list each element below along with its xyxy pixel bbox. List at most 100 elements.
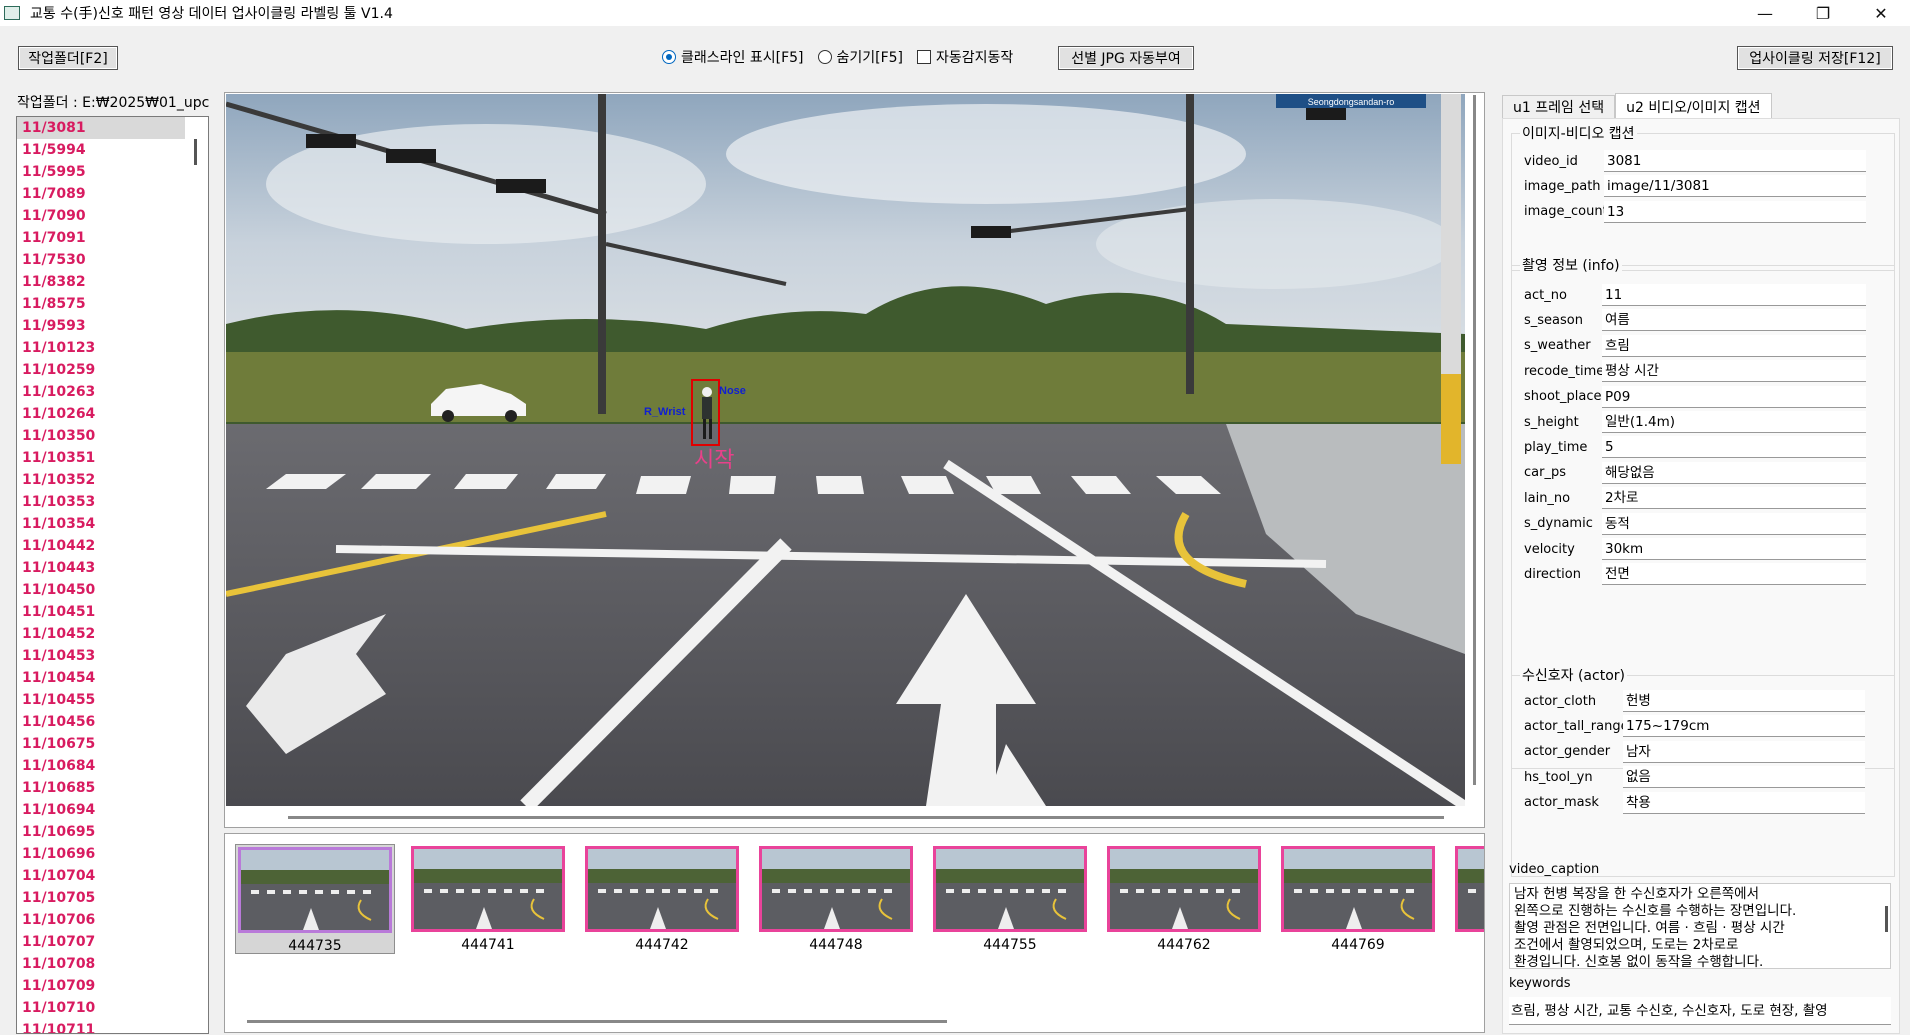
list-item[interactable]: 11/10443 bbox=[17, 557, 185, 579]
list-item[interactable]: 11/7089 bbox=[17, 183, 185, 205]
restore-button[interactable]: ❐ bbox=[1794, 0, 1852, 26]
image-path-input[interactable]: image/11/3081 bbox=[1604, 175, 1866, 198]
list-item[interactable]: 11/8382 bbox=[17, 271, 185, 293]
frame-thumbnail[interactable]: 444742 bbox=[583, 844, 743, 954]
list-item[interactable]: 11/10450 bbox=[17, 579, 185, 601]
list-item[interactable]: 11/10706 bbox=[17, 909, 185, 931]
hide-radio[interactable] bbox=[817, 50, 832, 64]
list-item[interactable]: 11/3081 bbox=[17, 117, 185, 139]
list-item[interactable]: 11/10263 bbox=[17, 381, 185, 403]
list-item[interactable]: 11/10452 bbox=[17, 623, 185, 645]
actor-tall-range-input[interactable]: 175~179cm bbox=[1623, 715, 1865, 738]
list-item[interactable]: 11/10711 bbox=[17, 1019, 185, 1033]
video-horizontal-scrollbar[interactable] bbox=[225, 807, 1465, 827]
list-item[interactable]: 11/10705 bbox=[17, 887, 185, 909]
frame-thumbnail[interactable]: 444755 bbox=[931, 844, 1091, 954]
caption-scroll-thumb[interactable] bbox=[1885, 906, 1888, 932]
show-classline-radio[interactable] bbox=[662, 50, 676, 64]
list-item[interactable]: 11/10685 bbox=[17, 777, 185, 799]
list-item[interactable]: 11/10694 bbox=[17, 799, 185, 821]
list-item[interactable]: 11/10695 bbox=[17, 821, 185, 843]
video-list-scroll-thumb[interactable] bbox=[194, 139, 197, 165]
video-viewer[interactable]: Seongdongsandan-ro Nose R_Wrist 시작 bbox=[224, 92, 1485, 828]
list-item[interactable]: 11/7090 bbox=[17, 205, 185, 227]
video-frame[interactable]: Seongdongsandan-ro Nose R_Wrist 시작 bbox=[226, 94, 1465, 806]
list-item[interactable]: 11/10353 bbox=[17, 491, 185, 513]
list-item[interactable]: 11/10351 bbox=[17, 447, 185, 469]
frame-thumbnail[interactable]: 444769 bbox=[1279, 844, 1439, 954]
list-item[interactable]: 11/10451 bbox=[17, 601, 185, 623]
list-item[interactable]: 11/10455 bbox=[17, 689, 185, 711]
velocity-input[interactable]: 30km bbox=[1602, 538, 1866, 560]
list-item[interactable]: 11/10707 bbox=[17, 931, 185, 953]
thumbnail-scroll-thumb[interactable] bbox=[247, 1020, 947, 1023]
list-item[interactable]: 11/10453 bbox=[17, 645, 185, 667]
car-ps-input[interactable]: 해당없음 bbox=[1602, 461, 1866, 484]
tab-video-caption[interactable]: u2 비디오/이미지 캡션 bbox=[1615, 93, 1772, 119]
video-horizontal-scroll-thumb[interactable] bbox=[288, 816, 1444, 819]
hide-option[interactable]: 숨기기[F5] bbox=[817, 47, 903, 67]
tab-frame-select[interactable]: u1 프레임 선택 bbox=[1502, 95, 1616, 119]
list-item[interactable]: 11/10709 bbox=[17, 975, 185, 997]
hs-tool-yn-input[interactable]: 없음 bbox=[1623, 766, 1865, 789]
video-list-items: 11/3081 11/5994 11/5995 11/7089 11/7090 11/70… bbox=[17, 117, 208, 1033]
video-list-scrollbar[interactable] bbox=[186, 117, 206, 1033]
direction-input[interactable]: 전면 bbox=[1602, 563, 1866, 586]
field-label: act_no bbox=[1524, 287, 1567, 303]
actor-gender-input[interactable]: 남자 bbox=[1623, 740, 1865, 763]
image-count-input[interactable]: 13 bbox=[1604, 200, 1866, 223]
frame-thumbnail[interactable]: 444735 bbox=[235, 844, 395, 954]
save-button[interactable]: 업사이클링 저장[F12] bbox=[1737, 46, 1893, 70]
list-item[interactable]: 11/10675 bbox=[17, 733, 185, 755]
list-item[interactable]: 11/10259 bbox=[17, 359, 185, 381]
shoot-place-input[interactable]: P09 bbox=[1602, 385, 1866, 408]
list-item[interactable]: 11/10350 bbox=[17, 425, 185, 447]
list-item[interactable]: 11/10708 bbox=[17, 953, 185, 975]
list-item[interactable]: 11/10704 bbox=[17, 865, 185, 887]
video-list[interactable]: 11/3081 11/5994 11/5995 11/7089 11/7090 11/70… bbox=[16, 116, 209, 1034]
list-item[interactable]: 11/10354 bbox=[17, 513, 185, 535]
list-item[interactable]: 11/10696 bbox=[17, 843, 185, 865]
keywords-input[interactable]: 흐림, 평상 시간, 교통 수신호, 수신호자, 도로 현장, 촬영 bbox=[1509, 997, 1891, 1025]
play-time-input[interactable]: 5 bbox=[1602, 436, 1866, 459]
list-item[interactable]: 11/5995 bbox=[17, 161, 185, 183]
s-dynamic-input[interactable]: 동적 bbox=[1602, 512, 1866, 535]
list-item[interactable]: 11/10456 bbox=[17, 711, 185, 733]
list-item[interactable]: 11/8575 bbox=[17, 293, 185, 315]
list-item[interactable]: 11/7530 bbox=[17, 249, 185, 271]
thumbnail-strip[interactable]: 444735 444741 444742 444748 444755 444762 4447… bbox=[224, 833, 1485, 1033]
video-id-input[interactable]: 3081 bbox=[1604, 150, 1866, 172]
s-weather-input[interactable]: 흐림 bbox=[1602, 334, 1866, 357]
recode-time-input[interactable]: 평상 시간 bbox=[1602, 360, 1866, 383]
show-classline-option[interactable]: 클래스라인 표시[F5] bbox=[662, 47, 804, 67]
list-item[interactable]: 11/10454 bbox=[17, 667, 185, 689]
auto-jpg-button[interactable]: 선별 JPG 자동부여 bbox=[1058, 46, 1194, 70]
lain-no-input[interactable]: 2차로 bbox=[1602, 487, 1866, 510]
list-item[interactable]: 11/10264 bbox=[17, 403, 185, 425]
frame-thumbnail[interactable]: 444741 bbox=[409, 844, 569, 954]
frame-thumbnail[interactable]: 444762 bbox=[1105, 844, 1265, 954]
video-vertical-scroll-thumb[interactable] bbox=[1473, 95, 1476, 785]
list-item[interactable]: 11/10684 bbox=[17, 755, 185, 777]
list-item[interactable]: 11/5994 bbox=[17, 139, 185, 161]
video-caption-textarea[interactable]: 남자 헌병 복장을 한 수신호자가 오른쪽에서 왼쪽으로 진행하는 수신호를 수… bbox=[1509, 883, 1891, 969]
s-season-input[interactable]: 여름 bbox=[1602, 309, 1866, 332]
s-height-input[interactable]: 일반(1.4m) bbox=[1602, 411, 1866, 433]
list-item[interactable]: 11/10123 bbox=[17, 337, 185, 359]
close-button[interactable]: ✕ bbox=[1852, 0, 1910, 26]
video-vertical-scrollbar[interactable] bbox=[1466, 93, 1484, 805]
actor-cloth-input[interactable]: 헌병 bbox=[1623, 690, 1865, 712]
act-no-input[interactable]: 11 bbox=[1602, 284, 1866, 306]
auto-detect-checkbox[interactable] bbox=[917, 50, 932, 64]
minimize-button[interactable]: — bbox=[1736, 0, 1794, 26]
frame-thumbnail[interactable] bbox=[1453, 844, 1484, 954]
list-item[interactable]: 11/10352 bbox=[17, 469, 185, 491]
list-item[interactable]: 11/9593 bbox=[17, 315, 185, 337]
list-item[interactable]: 11/10710 bbox=[17, 997, 185, 1019]
auto-detect-option[interactable]: 자동감지동작 bbox=[917, 47, 1013, 67]
frame-thumbnail[interactable]: 444748 bbox=[757, 844, 917, 954]
actor-mask-input[interactable]: 착용 bbox=[1623, 791, 1865, 814]
work-folder-button[interactable]: 작업폴더[F2] bbox=[18, 46, 118, 70]
list-item[interactable]: 11/7091 bbox=[17, 227, 185, 249]
list-item[interactable]: 11/10442 bbox=[17, 535, 185, 557]
